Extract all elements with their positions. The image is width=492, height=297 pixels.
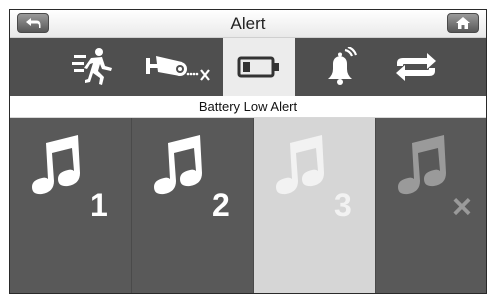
camera-disconnected-icon	[146, 56, 210, 81]
tone-3-number: 3	[334, 187, 352, 223]
tone-1-number: 1	[90, 187, 108, 223]
bell-ringing-icon	[328, 47, 358, 85]
tab-motion-alert[interactable]	[60, 38, 130, 96]
tone-off-mark: ×	[452, 188, 472, 226]
tone-selection-grid: 1 2 3 ×	[10, 118, 486, 293]
tab-camera-out-of-range[interactable]	[138, 38, 220, 96]
music-note-icon: 1	[32, 135, 108, 223]
running-person-icon	[72, 48, 112, 85]
tone-3-option[interactable]: 3	[254, 118, 376, 293]
music-note-icon: 3	[276, 135, 352, 223]
home-button[interactable]	[447, 13, 479, 33]
alert-screen: Alert Battery Low Alert 1 2 3 ×	[9, 9, 487, 294]
section-title: Battery Low Alert	[10, 96, 486, 118]
tone-off-option[interactable]: ×	[376, 118, 486, 293]
music-note-muted-icon: ×	[398, 135, 472, 226]
tab-sound-alert[interactable]	[306, 38, 376, 96]
tab-cycle[interactable]	[380, 38, 452, 96]
tone-1-option[interactable]: 1	[10, 118, 132, 293]
tone-2-option[interactable]: 2	[132, 118, 254, 293]
page-title: Alert	[230, 14, 266, 33]
alert-type-tabs	[10, 38, 486, 96]
tone-2-number: 2	[212, 187, 230, 223]
tab-battery-low-alert[interactable]	[223, 38, 295, 96]
home-icon	[456, 17, 470, 29]
title-bar: Alert	[10, 10, 486, 38]
repeat-arrows-icon	[396, 53, 436, 81]
music-note-icon: 2	[154, 135, 230, 223]
battery-icon	[237, 56, 279, 78]
